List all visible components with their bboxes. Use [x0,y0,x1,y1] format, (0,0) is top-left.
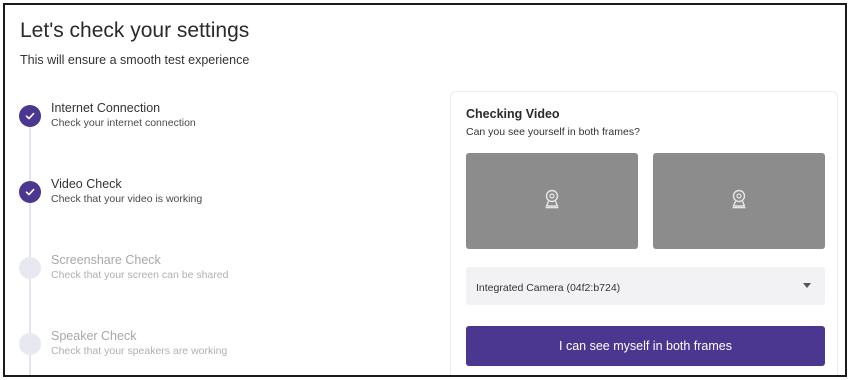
step-internet-connection: Internet Connection Check your internet … [19,101,419,145]
pending-circle-icon [19,257,41,279]
check-circle-icon [19,181,41,203]
step-description: Check that your screen can be shared [51,269,229,281]
video-preview-frame-2 [653,153,825,249]
step-description: Check that your speakers are working [51,345,228,357]
pending-circle-icon [19,333,41,355]
step-title: Video Check [51,177,122,191]
camera-select-value: Integrated Camera (04f2:b724) [476,282,621,294]
webcam-icon [543,189,561,214]
step-title: Speaker Check [51,329,137,343]
settings-check-panel: Let's check your settings This will ensu… [3,3,847,377]
step-title: Screenshare Check [51,253,161,267]
caret-down-icon [803,283,811,288]
confirm-video-button[interactable]: I can see myself in both frames [466,326,825,366]
check-circle-icon [19,105,41,127]
video-check-card: Checking Video Can you see yourself in b… [450,91,838,375]
step-description: Check that your video is working [51,193,203,205]
camera-select-dropdown[interactable]: Integrated Camera (04f2:b724) [466,267,825,305]
step-video-check: Video Check Check that your video is wor… [19,177,419,221]
card-question: Can you see yourself in both frames? [466,126,640,138]
card-title: Checking Video [466,107,560,121]
video-preview-frame-1 [466,153,638,249]
step-screenshare-check: Screenshare Check Check that your screen… [19,253,419,297]
page-subtitle: This will ensure a smooth test experienc… [20,53,250,67]
webcam-icon [730,189,748,214]
step-title: Internet Connection [51,101,161,115]
step-description: Check your internet connection [51,117,196,129]
page-title: Let's check your settings [20,19,250,42]
step-speaker-check: Speaker Check Check that your speakers a… [19,329,419,373]
